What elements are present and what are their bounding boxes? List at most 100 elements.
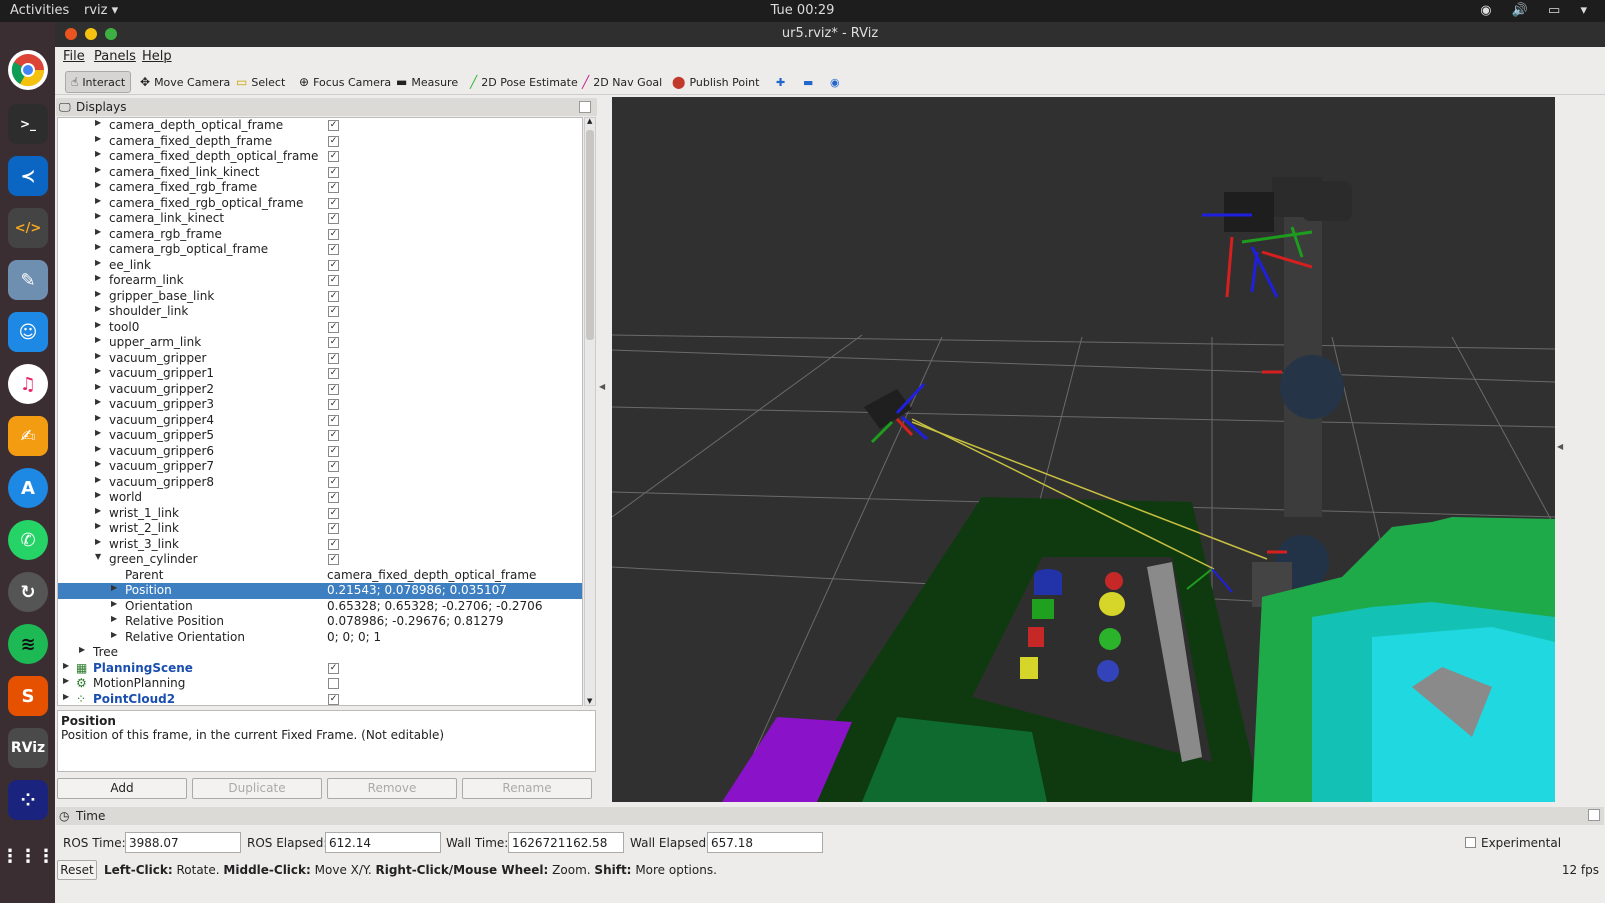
tree-row-frame[interactable]: ▶ upper_arm_link ✓ [58, 335, 582, 351]
select-tool[interactable]: ▭ Select [231, 71, 290, 93]
expand-right-icon[interactable]: ▶ [95, 242, 101, 251]
frame-checkbox[interactable]: ✓ [328, 306, 339, 317]
expand-right-icon[interactable]: ▶ [95, 351, 101, 360]
tree-row-frame[interactable]: ▶ vacuum_gripper2 ✓ [58, 382, 582, 398]
expand-right-icon[interactable]: ▶ [95, 165, 101, 174]
wall-elapsed-field[interactable]: 657.18 [707, 832, 823, 853]
app-menu[interactable]: rviz ▾ [84, 3, 118, 18]
reset-button[interactable]: Reset [57, 860, 97, 880]
tree-row-property[interactable]: ▶ Orientation 0.65328; 0.65328; -0.2706;… [58, 599, 582, 615]
frame-checkbox[interactable]: ✓ [328, 368, 339, 379]
remove-button[interactable]: Remove [327, 778, 457, 799]
expand-right-icon[interactable]: ▶ [63, 676, 69, 685]
focus-camera-tool[interactable]: ⊕ Focus Camera [294, 71, 396, 93]
chrome-icon[interactable] [8, 50, 48, 90]
tree-row-frame[interactable]: ▶ camera_fixed_rgb_optical_frame ✓ [58, 196, 582, 212]
ros-elapsed-field[interactable]: 612.14 [325, 832, 441, 853]
activities-button[interactable]: Activities [10, 3, 69, 18]
frame-checkbox[interactable]: ✓ [328, 135, 339, 147]
display-checkbox[interactable]: ✓ [328, 693, 339, 705]
expand-right-icon[interactable]: ▶ [95, 180, 101, 189]
tree-row-frame[interactable]: ▶ shoulder_link ✓ [58, 304, 582, 320]
tree-row-display[interactable]: ▶ ⚙ MotionPlanning [58, 676, 582, 692]
tree-row-frame[interactable]: ▶ vacuum_gripper ✓ [58, 351, 582, 367]
tree-row-property[interactable]: ▶ Position 0.21543; 0.078986; 0.035107 [58, 583, 582, 599]
frame-checkbox[interactable]: ✓ [328, 554, 339, 565]
frame-checkbox[interactable]: ✓ [328, 337, 339, 348]
tree-row-frame[interactable]: ▶ gripper_base_link ✓ [58, 289, 582, 305]
tree-row-frame[interactable]: ▶ camera_fixed_depth_optical_frame ✓ [58, 149, 582, 165]
tree-row-frame[interactable]: ▶ wrist_2_link ✓ [58, 521, 582, 537]
frame-checkbox[interactable]: ✓ [328, 275, 339, 286]
tree-row-frame[interactable]: ▶ camera_rgb_optical_frame ✓ [58, 242, 582, 258]
frame-checkbox[interactable]: ✓ [328, 383, 339, 395]
expand-right-icon[interactable]: ▶ [95, 258, 101, 267]
expand-right-icon[interactable]: ▶ [79, 645, 85, 654]
expand-right-icon[interactable]: ▶ [111, 630, 117, 639]
grid-app-icon[interactable]: ⁘ [8, 780, 48, 820]
scroll-down-icon[interactable]: ▼ [587, 697, 592, 705]
view-tool-button[interactable]: ◉ [825, 71, 845, 93]
displays-scrollbar[interactable]: ▲ ▼ [584, 117, 596, 706]
expand-right-icon[interactable]: ▶ [95, 211, 101, 220]
expand-down-icon[interactable]: ▼ [95, 552, 101, 561]
tree-row-frame[interactable]: ▶ wrist_3_link ✓ [58, 537, 582, 553]
expand-right-icon[interactable]: ▶ [95, 413, 101, 422]
menu-panels[interactable]: Panels [94, 49, 136, 64]
collapse-left-icon[interactable]: ◀ [599, 382, 605, 391]
expand-right-icon[interactable]: ▶ [95, 444, 101, 453]
scroll-thumb[interactable] [586, 130, 594, 340]
tree-row-frame[interactable]: ▶ vacuum_gripper7 ✓ [58, 459, 582, 475]
frame-checkbox[interactable]: ✓ [328, 166, 339, 178]
frame-checkbox[interactable]: ✓ [328, 290, 339, 302]
app-store-icon[interactable]: A [8, 468, 48, 508]
frame-checkbox[interactable]: ✓ [328, 445, 339, 457]
experimental-checkbox[interactable] [1465, 837, 1476, 848]
show-apps-icon[interactable]: ⋮⋮⋮ [1, 836, 55, 876]
expand-right-icon[interactable]: ▶ [63, 692, 69, 701]
expand-right-icon[interactable]: ▶ [95, 118, 101, 127]
expand-right-icon[interactable]: ▶ [95, 304, 101, 313]
frame-checkbox[interactable]: ✓ [328, 507, 339, 519]
add-tool-button[interactable]: ✚ [771, 71, 790, 93]
code-editor-icon[interactable]: </> [8, 208, 48, 248]
frame-checkbox[interactable]: ✓ [328, 321, 339, 333]
expand-right-icon[interactable]: ▶ [95, 459, 101, 468]
expand-right-icon[interactable]: ▶ [111, 614, 117, 623]
tree-row-frame[interactable]: ▶ forearm_link ✓ [58, 273, 582, 289]
expand-right-icon[interactable]: ▶ [95, 335, 101, 344]
whatsapp-icon[interactable]: ✆ [8, 520, 48, 560]
frame-checkbox[interactable]: ✓ [328, 120, 339, 131]
expand-right-icon[interactable]: ▶ [111, 599, 117, 608]
measure-tool[interactable]: ▬ Measure [391, 71, 463, 93]
frame-checkbox[interactable]: ✓ [328, 399, 339, 410]
expand-right-icon[interactable]: ▶ [95, 382, 101, 391]
tree-row-property[interactable]: ▶ Relative Position 0.078986; -0.29676; … [58, 614, 582, 630]
expand-right-icon[interactable]: ▶ [95, 149, 101, 158]
tree-row-frame[interactable]: ▶ ee_link ✓ [58, 258, 582, 274]
rviz-icon[interactable]: RViz [8, 728, 48, 768]
undock-button[interactable] [579, 101, 591, 113]
ros-time-field[interactable]: 3988.07 [125, 832, 241, 853]
frame-checkbox[interactable]: ✓ [328, 182, 339, 193]
frame-checkbox[interactable]: ✓ [328, 259, 339, 271]
tree-row-frame[interactable]: ▶ camera_fixed_link_kinect ✓ [58, 165, 582, 181]
expand-right-icon[interactable]: ▶ [95, 490, 101, 499]
move-camera-tool[interactable]: ✥ Move Camera [135, 71, 235, 93]
expand-right-icon[interactable]: ▶ [95, 289, 101, 298]
tree-row-frame[interactable]: ▼ green_cylinder ✓ [58, 552, 582, 568]
tree-row-frame[interactable]: ▶ vacuum_gripper6 ✓ [58, 444, 582, 460]
rename-button[interactable]: Rename [462, 778, 592, 799]
frame-checkbox[interactable]: ✓ [328, 244, 339, 255]
tree-row-frame[interactable]: ▶ camera_rgb_frame ✓ [58, 227, 582, 243]
spotify-icon[interactable]: ≋ [8, 624, 48, 664]
tree-row-frame[interactable]: ▶ camera_link_kinect ✓ [58, 211, 582, 227]
3d-viewport[interactable] [612, 97, 1555, 802]
menu-help[interactable]: Help [142, 49, 172, 64]
frame-checkbox[interactable]: ✓ [328, 538, 339, 550]
system-tray[interactable]: ◉ 🔊 ▭ ▾ [1480, 3, 1595, 18]
sync-icon[interactable]: ↻ [8, 572, 48, 612]
displays-tree[interactable]: ▶ camera_depth_optical_frame ✓ ▶ camera_… [57, 117, 583, 706]
duplicate-button[interactable]: Duplicate [192, 778, 322, 799]
nav-goal-tool[interactable]: ╱ 2D Nav Goal [577, 71, 667, 93]
